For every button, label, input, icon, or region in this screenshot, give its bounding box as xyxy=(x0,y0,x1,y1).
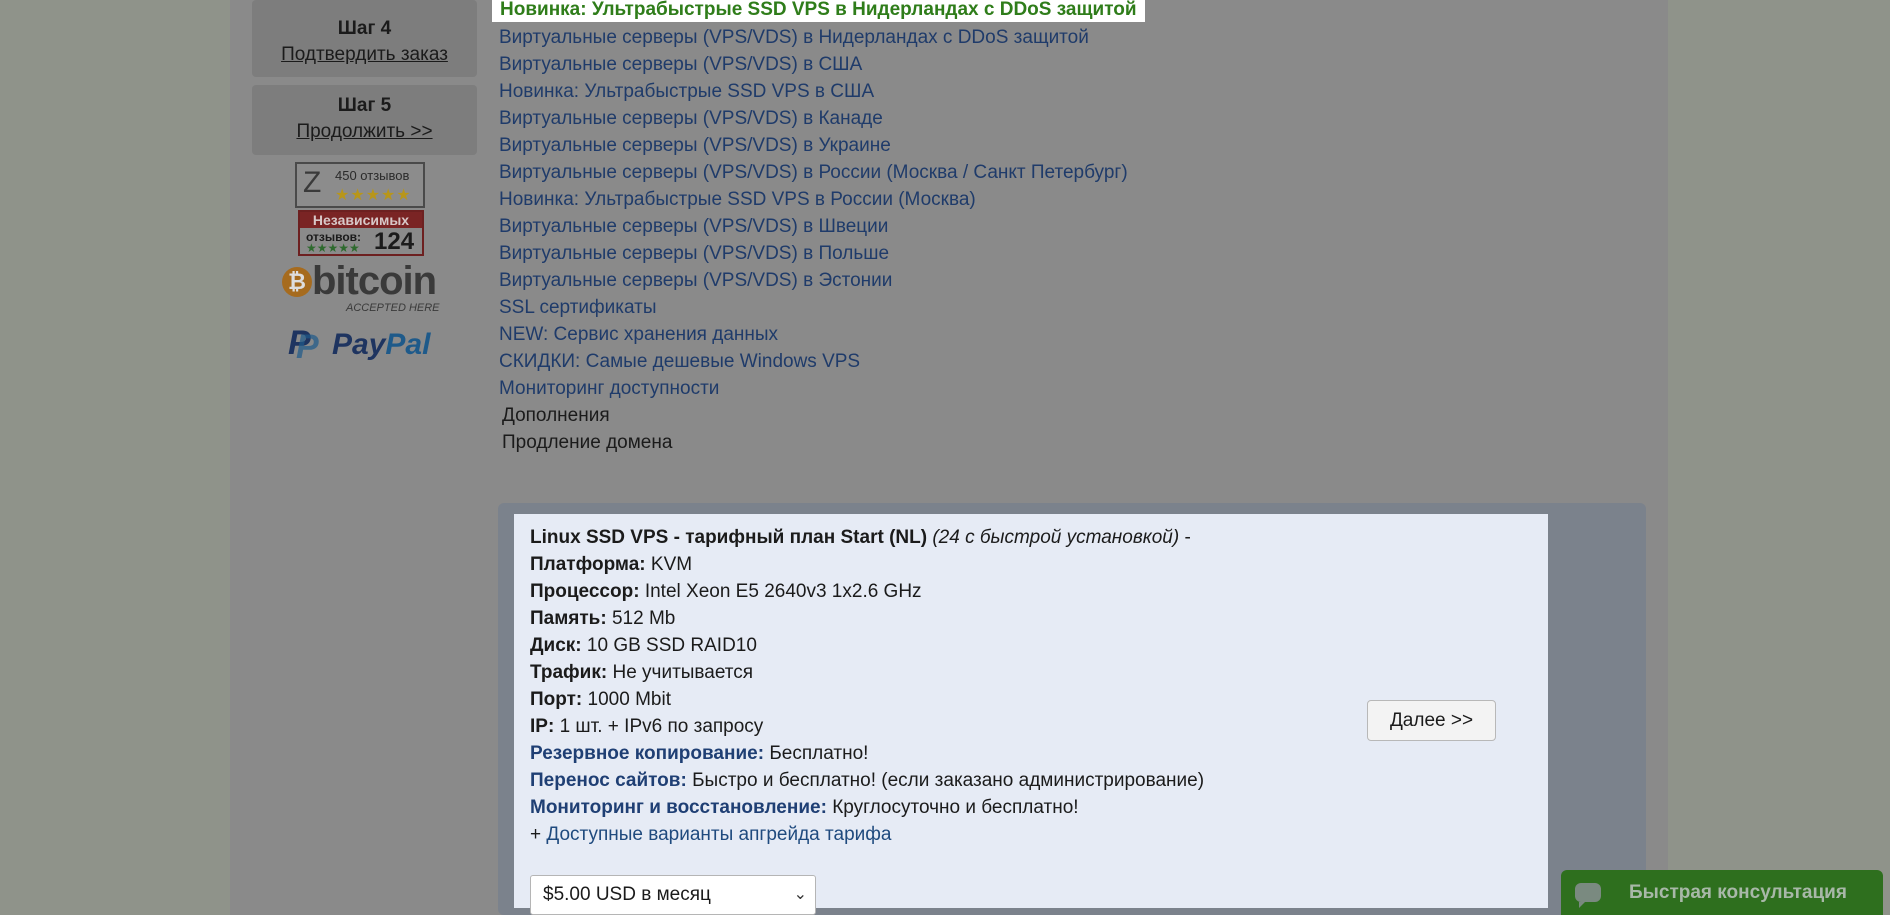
product-details: Linux SSD VPS - тарифный план Start (NL)… xyxy=(530,524,1204,848)
paypal-icon-overlay: P xyxy=(296,328,319,366)
spec-label: IP: xyxy=(530,716,555,737)
zoon-stars: ★★★★★ xyxy=(335,187,412,204)
page-left-background xyxy=(0,0,230,915)
spec-label: Порт: xyxy=(530,689,583,710)
spec-row: IP: 1 шт. + IPv6 по запросу xyxy=(530,713,1204,740)
upgrade-prefix: + xyxy=(530,824,547,845)
spec-row: Диск: 10 GB SSD RAID10 xyxy=(530,632,1204,659)
nav-item-domain-renewal[interactable]: Продление домена xyxy=(499,429,1128,456)
paypal-wordmark: PayPal xyxy=(332,328,430,362)
spec-label: Память: xyxy=(530,608,607,629)
chat-bubble-icon xyxy=(1575,883,1601,908)
nav-item[interactable]: Виртуальные серверы (VPS/VDS) в России (… xyxy=(499,159,1128,186)
product-title: Linux SSD VPS - тарифный план Start (NL) xyxy=(530,527,928,548)
quick-consultation-button[interactable]: Быстрая консультация xyxy=(1561,870,1883,915)
spec-value: 512 Mb xyxy=(611,608,676,629)
spec-row: Трафик: Не учитывается xyxy=(530,659,1204,686)
service-nav-list: Виртуальные серверы (VPS/VDS) в Нидерлан… xyxy=(499,24,1128,456)
feature-label: Перенос сайтов: xyxy=(530,770,687,791)
billing-cycle-value: $5.00 USD в месяц xyxy=(543,884,711,905)
spec-value: Не учитывается xyxy=(612,662,754,683)
page-right-background xyxy=(1668,0,1890,915)
nav-item[interactable]: Виртуальные серверы (VPS/VDS) в Польше xyxy=(499,240,1128,267)
paypal-logo: P P PayPal xyxy=(288,322,448,366)
chevron-down-icon: ⌄ xyxy=(793,886,807,903)
independent-review-count: 124 xyxy=(374,228,415,255)
confirm-order-link[interactable]: Подтвердить заказ xyxy=(281,44,448,66)
spec-value: 1 шт. + IPv6 по запросу xyxy=(559,716,764,737)
zoon-logo-icon: Z xyxy=(303,166,322,199)
step-5-box: Шаг 5 Продолжить >> xyxy=(252,85,477,155)
independent-badge-stars: ★★★★★ xyxy=(306,241,360,255)
feature-row: Мониторинг и восстановление: Круглосуточ… xyxy=(530,794,1204,821)
nav-item[interactable]: NEW: Сервис хранения данных xyxy=(499,321,1128,348)
paypal-word-pay: Pay xyxy=(332,328,386,361)
nav-item[interactable]: SSL сертификаты xyxy=(499,294,1128,321)
nav-item[interactable]: Виртуальные серверы (VPS/VDS) в Эстонии xyxy=(499,267,1128,294)
nav-item-active[interactable]: Новинка: Ультрабыстрые SSD VPS в Нидерла… xyxy=(492,0,1145,22)
nav-item[interactable]: Виртуальные серверы (VPS/VDS) в Украине xyxy=(499,132,1128,159)
upgrade-row: + Доступные варианты апгрейда тарифа xyxy=(530,821,1204,848)
nav-item[interactable]: Новинка: Ультрабыстрые SSD VPS в России … xyxy=(499,186,1128,213)
nav-item-active-label: Новинка: Ультрабыстрые SSD VPS в Нидерла… xyxy=(500,0,1137,20)
product-subtitle: (24 с быстрой установкой) xyxy=(932,527,1180,548)
bitcoin-icon: ₿ xyxy=(282,267,312,297)
spec-value: Intel Xeon E5 2640v3 1x2.6 GHz xyxy=(644,581,922,602)
feature-value: Быстро и бесплатно! (если заказано админ… xyxy=(692,770,1205,791)
feature-value: Круглосуточно и бесплатно! xyxy=(832,797,1079,818)
nav-item[interactable]: Мониторинг доступности xyxy=(499,375,1128,402)
product-title-dash: - xyxy=(1179,527,1191,548)
independent-reviews-badge[interactable]: Независимых отзывов: 124 ★★★★★ xyxy=(298,210,424,256)
spec-label: Платформа: xyxy=(530,554,646,575)
bitcoin-logo: ₿ bitcoin ACCEPTED HERE xyxy=(282,259,442,315)
spec-label: Диск: xyxy=(530,635,582,656)
nav-item[interactable]: Виртуальные серверы (VPS/VDS) в Нидерлан… xyxy=(499,24,1128,51)
feature-label: Резервное копирование: xyxy=(530,743,765,764)
feature-value: Бесплатно! xyxy=(769,743,869,764)
step-4-title: Шаг 4 xyxy=(337,18,392,39)
billing-cycle-select[interactable]: $5.00 USD в месяц ⌄ xyxy=(530,875,816,915)
quick-consultation-label: Быстрая консультация xyxy=(1629,882,1847,903)
next-button[interactable]: Далее >> xyxy=(1367,700,1496,741)
feature-label: Мониторинг и восстановление: xyxy=(530,797,827,818)
bitcoin-wordmark: bitcoin xyxy=(312,259,437,303)
product-title-row: Linux SSD VPS - тарифный план Start (NL)… xyxy=(530,524,1204,551)
spec-value: 10 GB SSD RAID10 xyxy=(586,635,757,656)
zoon-reviews-badge[interactable]: Z 450 отзывов ★★★★★ xyxy=(295,162,425,208)
spec-label: Процессор: xyxy=(530,581,640,602)
upgrade-options-link[interactable]: Доступные варианты апгрейда тарифа xyxy=(546,824,891,845)
nav-item[interactable]: Виртуальные серверы (VPS/VDS) в Канаде xyxy=(499,105,1128,132)
feature-row: Перенос сайтов: Быстро и бесплатно! (есл… xyxy=(530,767,1204,794)
spec-value: KVM xyxy=(650,554,693,575)
nav-item[interactable]: Виртуальные серверы (VPS/VDS) в США xyxy=(499,51,1128,78)
bitcoin-accepted-text: ACCEPTED HERE xyxy=(346,302,440,314)
nav-item[interactable]: СКИДКИ: Самые дешевые Windows VPS xyxy=(499,348,1128,375)
spec-row: Платформа: KVM xyxy=(530,551,1204,578)
spec-row: Память: 512 Mb xyxy=(530,605,1204,632)
step-4-box: Шаг 4 Подтвердить заказ xyxy=(252,0,477,77)
nav-item[interactable]: Виртуальные серверы (VPS/VDS) в Швеции xyxy=(499,213,1128,240)
spec-row: Процессор: Intel Xeon E5 2640v3 1x2.6 GH… xyxy=(530,578,1204,605)
independent-badge-title: Независимых xyxy=(300,212,422,228)
nav-item[interactable]: Новинка: Ультрабыстрые SSD VPS в США xyxy=(499,78,1128,105)
spec-label: Трафик: xyxy=(530,662,608,683)
zoon-review-count: 450 отзывов xyxy=(335,168,410,183)
nav-item-addons[interactable]: Дополнения xyxy=(499,402,1128,429)
step-5-title: Шаг 5 xyxy=(337,95,392,116)
paypal-word-pal: Pal xyxy=(385,328,431,361)
spec-value: 1000 Mbit xyxy=(587,689,671,710)
continue-link[interactable]: Продолжить >> xyxy=(296,121,432,143)
feature-row: Резервное копирование: Бесплатно! xyxy=(530,740,1204,767)
spec-row: Порт: 1000 Mbit xyxy=(530,686,1204,713)
